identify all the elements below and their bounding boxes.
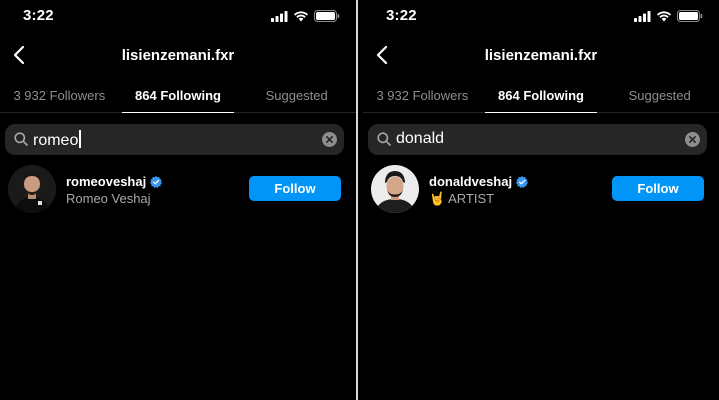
follow-button[interactable]: Follow — [249, 176, 341, 201]
tab-suggested[interactable]: Suggested — [600, 80, 719, 112]
tab-following[interactable]: 864 Following — [119, 80, 238, 113]
status-icons — [634, 10, 703, 22]
page-title: lisienzemani.fxr — [484, 47, 598, 64]
search-input[interactable]: romeo — [5, 124, 344, 155]
search-result-row[interactable]: romeoveshaj Romeo Veshaj Follow — [0, 163, 356, 215]
clear-icon[interactable] — [322, 132, 337, 147]
tab-following[interactable]: 864 Following — [482, 80, 601, 113]
verified-badge-icon — [516, 175, 529, 188]
status-time: 3:22 — [386, 7, 417, 24]
clear-icon[interactable] — [685, 132, 700, 147]
wifi-icon — [294, 11, 308, 22]
battery-icon — [677, 10, 703, 22]
username-line: donaldveshaj — [429, 174, 529, 189]
bio-text: ARTIST — [448, 191, 495, 206]
status-bar: 3:22 — [0, 0, 356, 36]
rock-hand-emoji: 🤘 — [429, 191, 446, 206]
follow-button[interactable]: Follow — [612, 176, 704, 201]
avatar[interactable] — [371, 165, 419, 213]
search-value: donald — [396, 130, 445, 147]
search-icon — [14, 132, 28, 146]
username[interactable]: donaldveshaj — [429, 174, 512, 189]
status-icons — [271, 10, 340, 22]
status-time: 3:22 — [23, 7, 54, 24]
panel-divider — [356, 0, 363, 400]
username-line: romeoveshaj — [66, 174, 163, 189]
search-icon — [377, 132, 391, 146]
tab-followers[interactable]: 3 932 Followers — [0, 80, 119, 112]
signal-icon — [634, 10, 651, 22]
navigation-bar: lisienzemani.fxr — [0, 38, 356, 74]
tab-suggested[interactable]: Suggested — [237, 80, 356, 112]
signal-icon — [271, 10, 288, 22]
follow-tabs: 3 932 Followers 864 Following Suggested — [0, 80, 356, 113]
full-name: Romeo Veshaj — [66, 191, 151, 206]
status-bar: 3:22 — [363, 0, 719, 36]
search-input[interactable]: donald — [368, 124, 707, 155]
follow-tabs: 3 932 Followers 864 Following Suggested — [363, 80, 719, 113]
page-title: lisienzemani.fxr — [121, 47, 235, 64]
text-cursor — [79, 130, 81, 148]
bio-line: 🤘 ARTIST — [429, 191, 494, 207]
wifi-icon — [657, 11, 671, 22]
tab-followers[interactable]: 3 932 Followers — [363, 80, 482, 112]
search-result-row[interactable]: donaldveshaj 🤘 ARTIST Follow — [363, 163, 719, 215]
phone-screen-left: 3:22 lisienzemani.fxr 3 932 Followers 86… — [0, 0, 356, 400]
navigation-bar: lisienzemani.fxr — [363, 38, 719, 74]
avatar[interactable] — [8, 165, 56, 213]
battery-icon — [314, 10, 340, 22]
username[interactable]: romeoveshaj — [66, 174, 146, 189]
phone-screen-right: 3:22 lisienzemani.fxr 3 932 Followers 86… — [363, 0, 719, 400]
search-value: romeo — [33, 132, 79, 149]
verified-badge-icon — [150, 175, 163, 188]
